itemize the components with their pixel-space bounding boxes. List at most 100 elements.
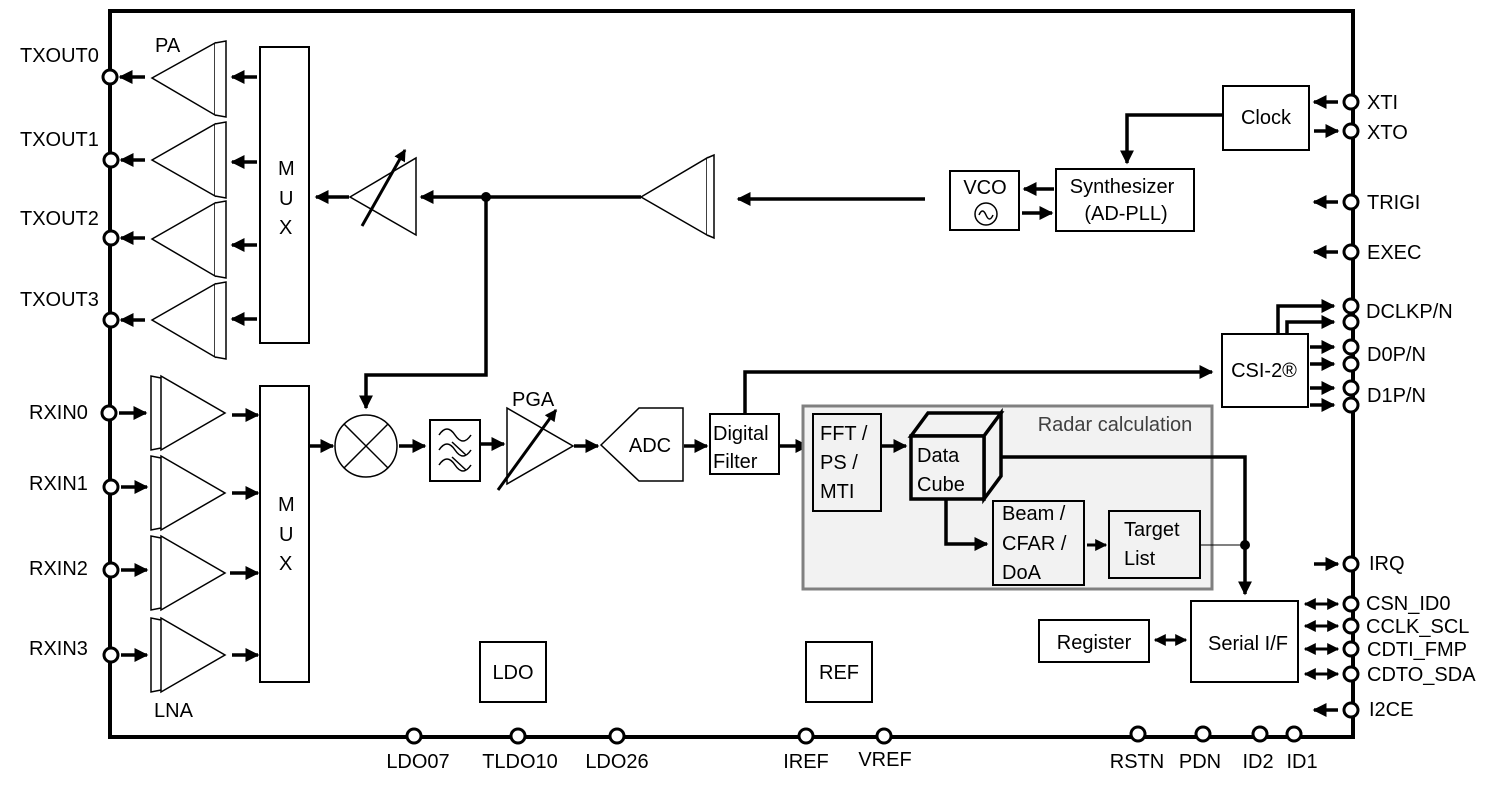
lna-amplifier-3-back — [150, 617, 162, 693]
pin-label-txout0: TXOUT0 — [20, 45, 99, 67]
pin-d0p — [1342, 338, 1360, 356]
pin-rxin1 — [102, 478, 120, 496]
pin-label-rxin2: RXIN2 — [29, 558, 88, 580]
pin-d1p — [1342, 379, 1360, 397]
lna-amplifier-0-back — [150, 375, 162, 451]
pin-label-d1pn: D1P/N — [1367, 385, 1426, 407]
pin-label-irq: IRQ — [1369, 553, 1405, 575]
pin-ldo26 — [608, 727, 626, 745]
pin-label-txout1: TXOUT1 — [20, 129, 99, 151]
pa-amplifier-1 — [150, 122, 216, 198]
pin-label-xto: XTO — [1367, 122, 1408, 144]
lna-amplifier-2 — [160, 534, 227, 612]
pin-rxin0 — [100, 404, 118, 422]
lo-buffer-amplifier — [639, 156, 708, 237]
tx-mux-letter-u: U — [279, 188, 293, 210]
digital-filter-label-line2: Filter — [713, 451, 758, 473]
pin-trigi — [1342, 193, 1360, 211]
pin-dclkn — [1342, 313, 1360, 331]
pin-label-csn-id0: CSN_ID0 — [1366, 593, 1450, 615]
pin-label-xti: XTI — [1367, 92, 1398, 114]
pin-label-txout3: TXOUT3 — [20, 289, 99, 311]
pa-amplifier-2-back — [214, 200, 227, 279]
radar-calculation-group: Radar calculation FFT / PS / MTI Data Cu… — [801, 404, 1214, 591]
pin-label-cdto-sda: CDTO_SDA — [1367, 664, 1476, 686]
pin-label-rstn: RSTN — [1110, 751, 1164, 773]
beam-label-line1: Beam / — [1002, 503, 1066, 525]
pin-label-exec: EXEC — [1367, 242, 1421, 264]
csi2-label: CSI-2® — [1231, 360, 1297, 382]
tx-mux-letter-m: M — [278, 158, 295, 180]
fft-label-line2: PS / — [820, 452, 858, 474]
pin-txout2 — [102, 229, 120, 247]
radar-calculation-label: Radar calculation — [1038, 414, 1193, 436]
target-list-label-line2: List — [1124, 548, 1156, 570]
pin-rxin3 — [102, 646, 120, 664]
pin-label-ldo26: LDO26 — [585, 751, 648, 773]
lna-amplifier-3 — [160, 616, 227, 694]
pin-iref — [797, 727, 815, 745]
pin-label-vref: VREF — [858, 749, 911, 771]
tx-mux-letter-x: X — [279, 217, 292, 239]
pin-id2 — [1251, 725, 1269, 743]
block-diagram: PA TXOUT0 TXOUT1 TXOUT2 TXOUT3 M U X Clo… — [20, 9, 1476, 773]
pin-exec — [1342, 243, 1360, 261]
pin-xti — [1342, 93, 1360, 111]
pa-amplifier-2 — [150, 201, 216, 278]
lna-amplifier-1 — [160, 454, 227, 532]
pin-txout1 — [102, 151, 120, 169]
rx-mux-letter-u: U — [279, 524, 293, 546]
pa-label: PA — [155, 35, 181, 57]
lo-buffer-amplifier-back — [706, 153, 715, 240]
pin-cclk-scl — [1342, 617, 1360, 635]
pin-id1 — [1285, 725, 1303, 743]
tx-pin-2: TXOUT2 — [20, 200, 257, 279]
pin-label-cdti-fmp: CDTI_FMP — [1367, 639, 1467, 661]
lna-amplifier-0 — [160, 374, 227, 452]
pin-label-id1: ID1 — [1286, 751, 1317, 773]
rx-pin-3: RXIN3 — [29, 616, 260, 694]
pa-amplifier-0-back — [214, 40, 227, 118]
ref-label: REF — [819, 662, 859, 684]
pin-label-rxin1: RXIN1 — [29, 473, 88, 495]
pin-label-id2: ID2 — [1242, 751, 1273, 773]
pin-label-d0pn: D0P/N — [1367, 344, 1426, 366]
pin-label-tldo10: TLDO10 — [482, 751, 558, 773]
clock-to-synth-line — [1120, 113, 1222, 165]
junction-dot — [1240, 540, 1250, 550]
tx-pin-0: TXOUT0 — [20, 40, 257, 118]
serial-if-label: Serial I/F — [1208, 633, 1288, 655]
pin-irq — [1342, 555, 1360, 573]
pin-rxin2 — [102, 561, 120, 579]
rx-mux-letter-x: X — [279, 553, 292, 575]
pin-txout3 — [102, 311, 120, 329]
pin-label-rxin0: RXIN0 — [29, 402, 88, 424]
pin-label-dclkpn: DCLKP/N — [1366, 301, 1453, 323]
pa-amplifier-1-back — [214, 121, 227, 199]
pin-d1n — [1342, 396, 1360, 414]
synthesizer-label-line1: Synthesizer — [1070, 176, 1175, 198]
pga-amplifier — [506, 406, 575, 486]
pin-xto — [1342, 122, 1360, 140]
csi2-to-dclkn — [1285, 315, 1336, 333]
pin-rstn — [1129, 725, 1147, 743]
pin-cdto-sda — [1342, 665, 1360, 683]
pa-amplifier-3 — [150, 282, 216, 359]
lna-label: LNA — [154, 700, 194, 722]
pin-label-pdn: PDN — [1179, 751, 1221, 773]
vco-label: VCO — [963, 177, 1006, 199]
target-list-label-line1: Target — [1124, 519, 1180, 541]
synthesizer-label-line2: (AD-PLL) — [1084, 203, 1167, 225]
digital-filter-label-line1: Digital — [713, 423, 769, 445]
pin-vref — [875, 727, 893, 745]
pin-label-rxin3: RXIN3 — [29, 638, 88, 660]
pin-d0n — [1342, 355, 1360, 373]
rx-pin-2: RXIN2 — [29, 534, 260, 612]
pin-csn-id0 — [1342, 595, 1360, 613]
tx-variable-amplifier — [348, 156, 417, 237]
pin-label-txout2: TXOUT2 — [20, 208, 99, 230]
pin-pdn — [1194, 725, 1212, 743]
register-label: Register — [1057, 632, 1132, 654]
pin-label-iref: IREF — [783, 751, 829, 773]
beam-label-line2: CFAR / — [1002, 533, 1067, 555]
